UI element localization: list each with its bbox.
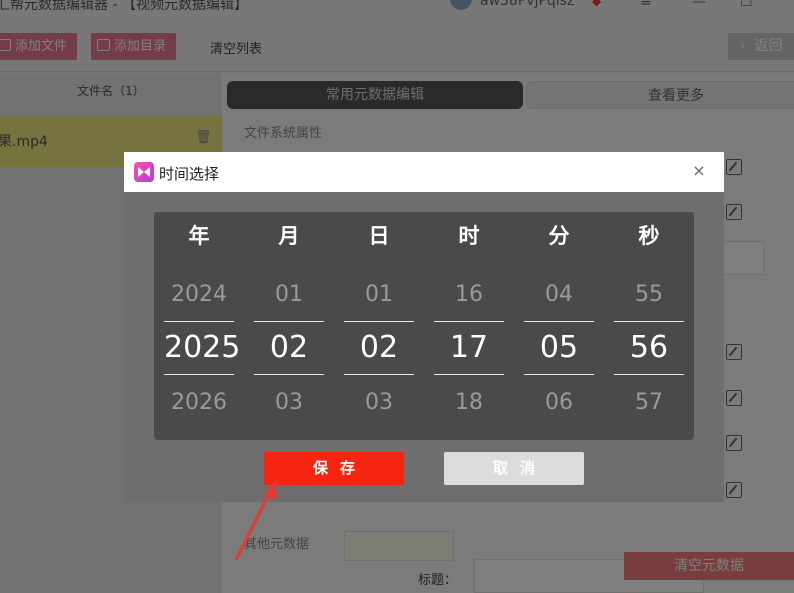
arrow-shaft — [234, 491, 272, 561]
arrow-head — [264, 478, 277, 500]
annotation-arrow — [234, 478, 277, 561]
